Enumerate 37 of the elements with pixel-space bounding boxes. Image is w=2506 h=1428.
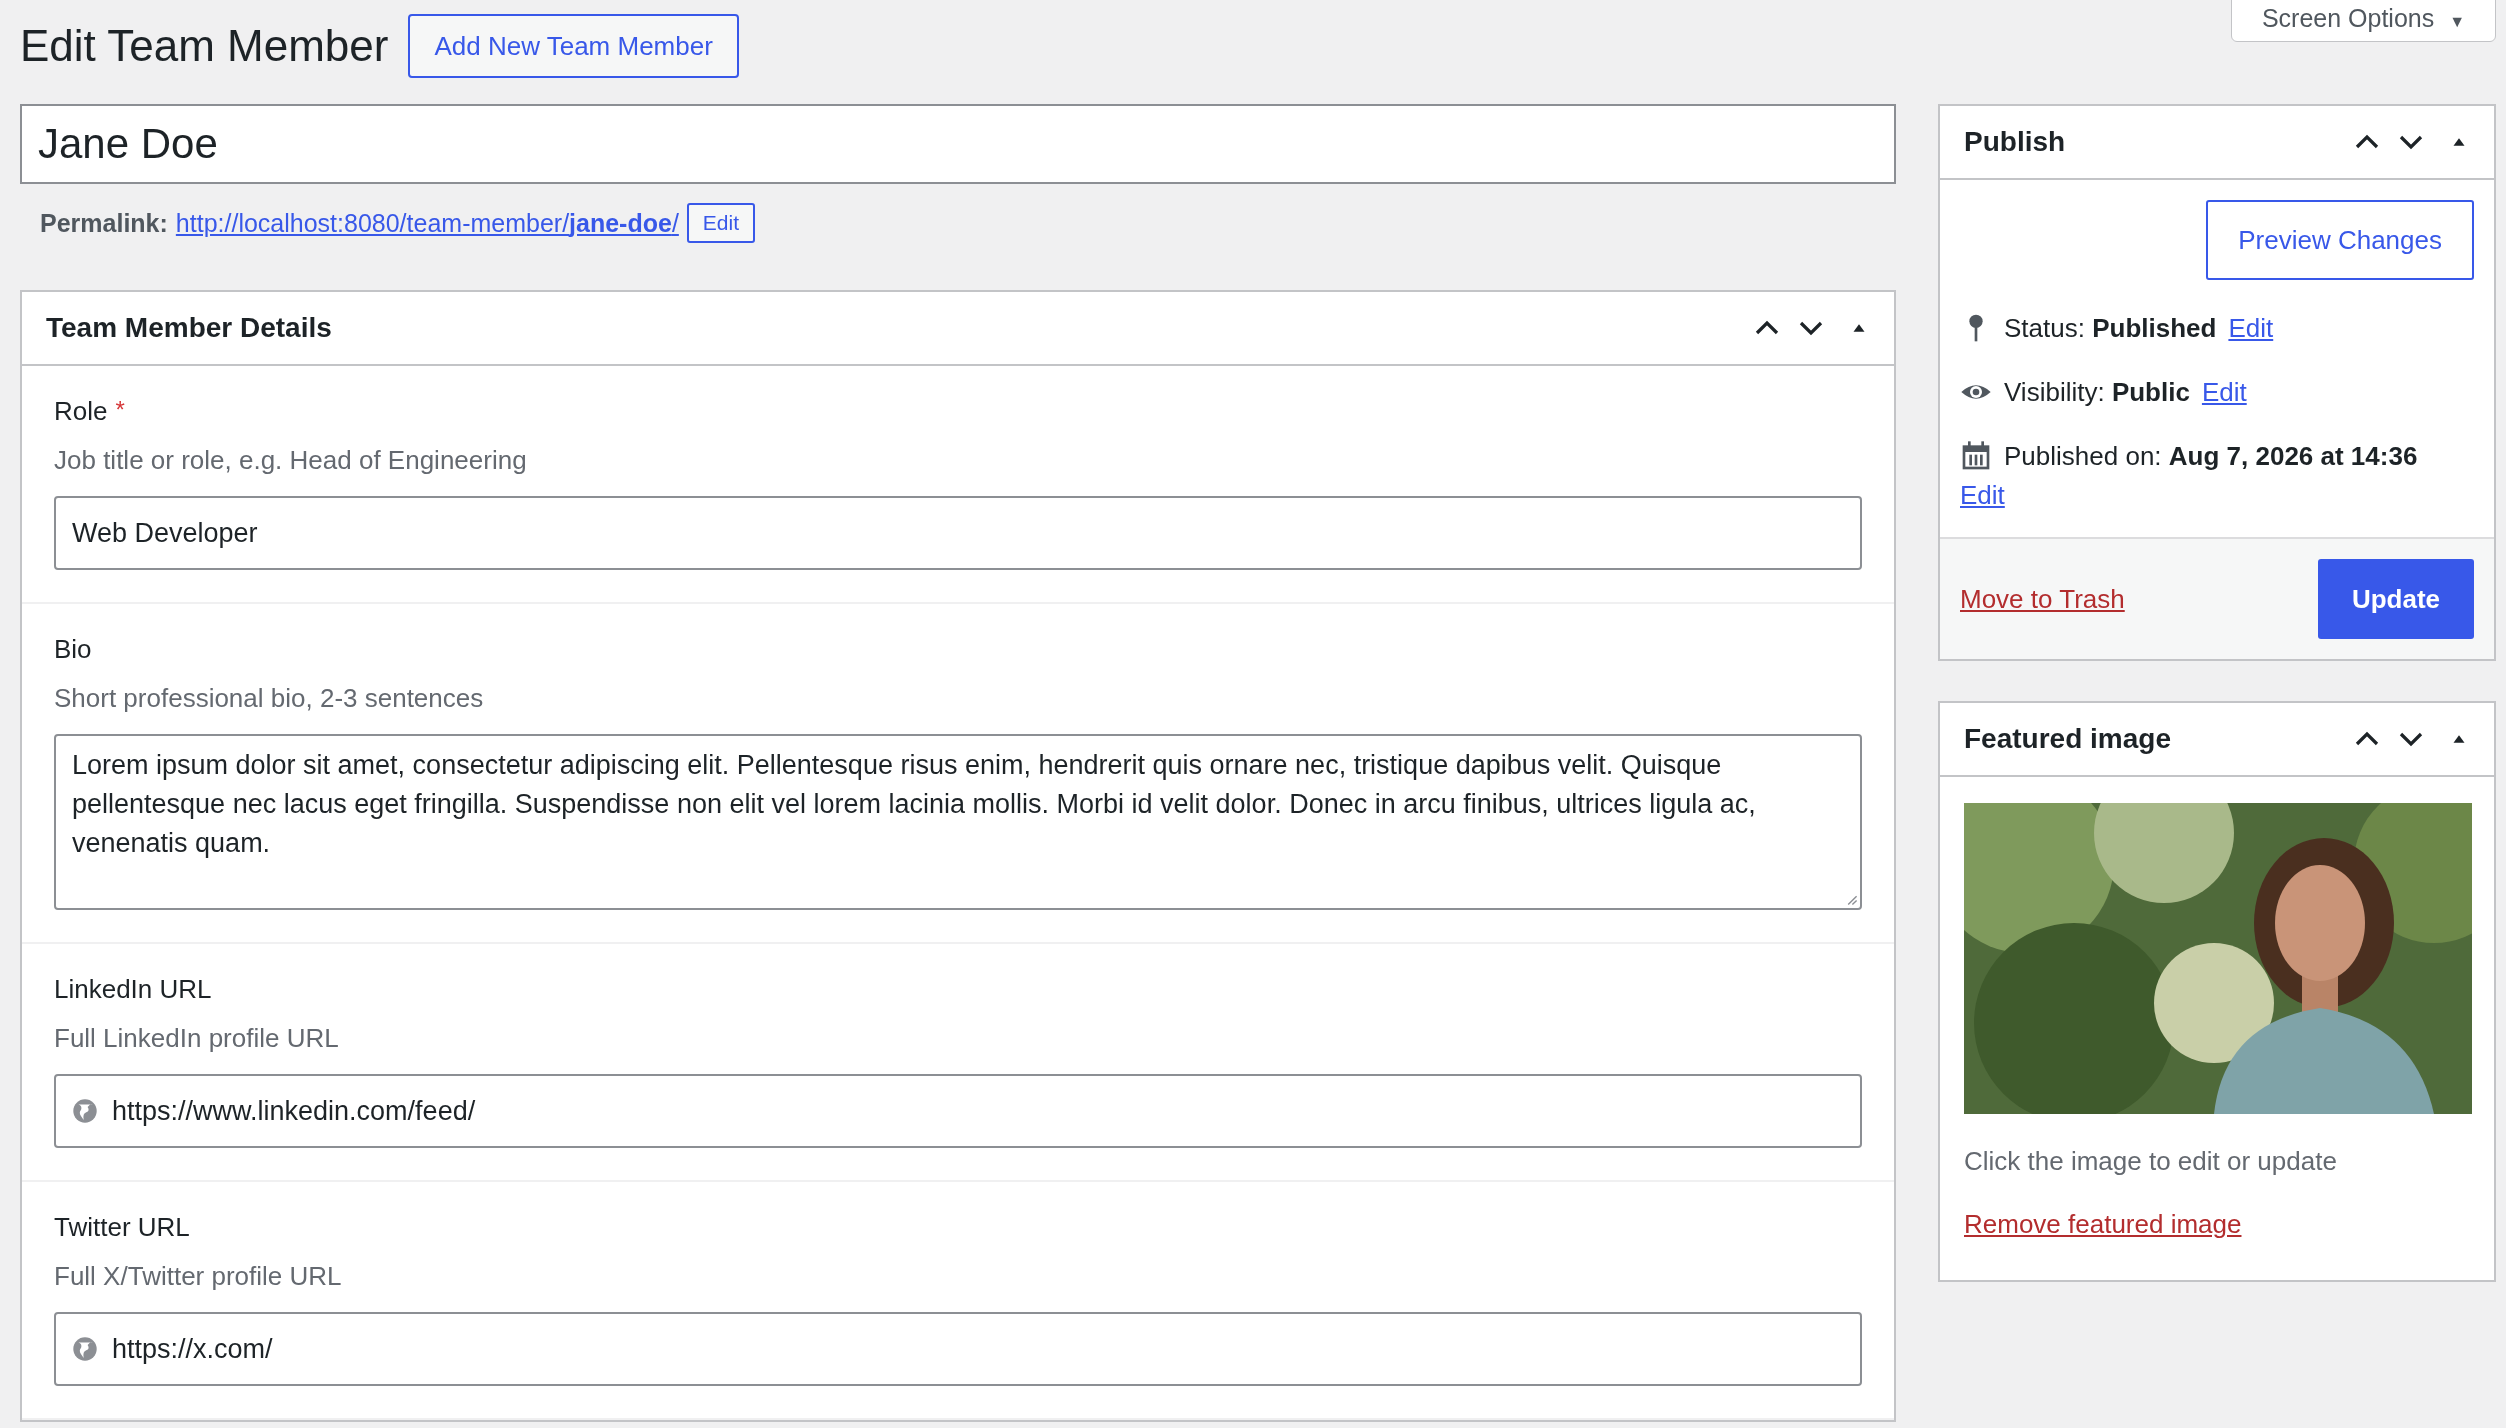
preview-changes-button[interactable]: Preview Changes (2206, 200, 2474, 280)
globe-icon (72, 1336, 98, 1362)
bio-textarea[interactable]: Lorem ipsum dolor sit amet, consectetur adipiscing elit. Pellentesque risus enim, hendrerit quis ornare nec, tristique dapibus velit. Quisque pellentesque nec lacus eget fringilla. Suspendisse non elit vel lorem lacinia mollis. Morbi id velit dolor. Donec in arcu finibus, ultrices ligula ac, venenatis quam. (54, 734, 1862, 910)
add-new-button[interactable]: Add New Team Member (408, 14, 739, 78)
url-field[interactable]: https://www.linkedin.com/feed/ (54, 1074, 1862, 1148)
field-description: Job title or role, e.g. Head of Engineering (54, 445, 528, 476)
edit-link[interactable]: Edit (2201, 376, 2247, 408)
update-button[interactable]: Update (2317, 559, 2474, 639)
title-field[interactable]: Jane Doe (20, 104, 1896, 184)
globe-icon (72, 1098, 98, 1124)
permalink-label: Permalink: (40, 208, 168, 238)
text-field[interactable]: Web Developer (54, 496, 1862, 570)
image-caption: Click the image to edit or update (1964, 1146, 2338, 1177)
panel-title: Team Member Details (46, 312, 332, 344)
edit-link[interactable]: Edit (1960, 480, 2005, 511)
field-label: Twitter URL (54, 1212, 190, 1243)
remove-featured-image-link[interactable]: Remove featured image (1964, 1209, 2470, 1240)
field-label: Bio (54, 634, 92, 665)
permalink-edit-button[interactable]: Edit (686, 203, 756, 243)
field-description: Full LinkedIn profile URL (54, 1023, 340, 1054)
url-field[interactable]: https://x.com/ (54, 1312, 1862, 1386)
panel-title: Publish (1964, 126, 2066, 158)
panel-title: Featured image (1964, 723, 2171, 755)
move-to-trash-link[interactable]: Move to Trash (1960, 583, 2125, 615)
page-title: Edit Team Member (20, 21, 389, 71)
publish-info: Published on: Aug 7, 2026 at 14:36 (2004, 440, 2418, 472)
field-label: LinkedIn URL (54, 974, 212, 1005)
required-mark: * (115, 396, 125, 425)
field-description: Full X/Twitter profile URL (54, 1261, 343, 1292)
field-description: Short professional bio, 2-3 sentences (54, 683, 485, 714)
edit-link[interactable]: Edit (2228, 312, 2274, 344)
publish-info: Visibility: Public (2004, 376, 2190, 408)
field-label: Role (54, 396, 108, 427)
calendar-icon (1960, 440, 1992, 472)
publish-info: Status: Published (2004, 312, 2217, 344)
screen-options-button[interactable]: Screen Options ▼ (2230, 0, 2496, 42)
permalink-link[interactable]: http://localhost:8080/team-member/jane-doe/ (175, 208, 679, 238)
